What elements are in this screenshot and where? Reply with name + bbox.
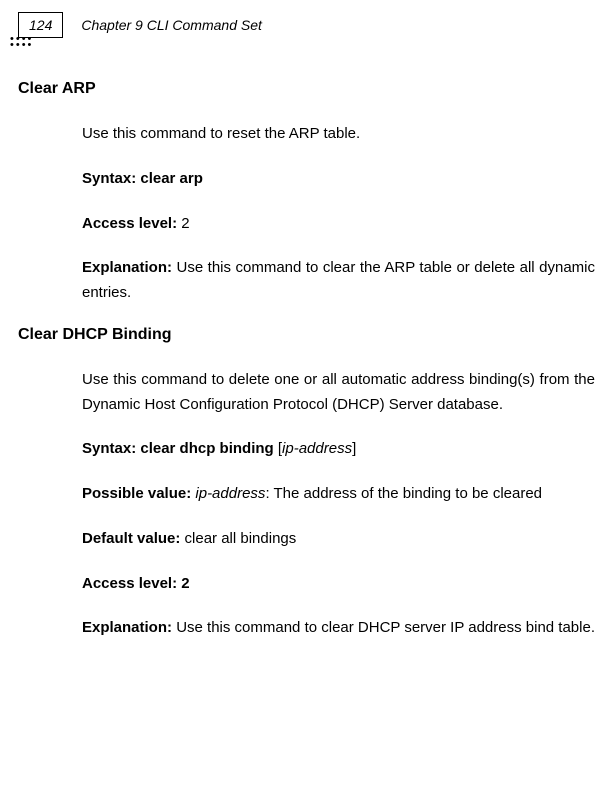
dotted-decoration: ••••••••	[10, 36, 33, 48]
clear-dhcp-body: Use this command to delete one or all au…	[82, 368, 595, 641]
clear-arp-intro: Use this command to reset the ARP table.	[82, 122, 595, 147]
clear-dhcp-possible-value: Possible value: ip-address: The address …	[82, 482, 595, 507]
section-heading-clear-dhcp: Clear DHCP Binding	[18, 326, 595, 344]
access-level-value: 2	[181, 215, 189, 232]
default-value-text: clear all bindings	[185, 530, 297, 547]
clear-dhcp-default-value: Default value: clear all bindings	[82, 527, 595, 552]
default-value-label: Default value:	[82, 530, 185, 547]
explanation-text: Use this command to clear DHCP server IP…	[176, 619, 595, 636]
possible-value-text: : The address of the binding to be clear…	[265, 485, 542, 502]
access-level-label: Access level: 2	[82, 575, 190, 592]
chapter-title: Chapter 9 CLI Command Set	[81, 17, 262, 33]
syntax-param: ip-address	[282, 440, 352, 457]
clear-dhcp-intro: Use this command to delete one or all au…	[82, 368, 595, 418]
possible-value-param: ip-address	[195, 485, 265, 502]
section-heading-clear-arp: Clear ARP	[18, 80, 595, 98]
page-header: 124 Chapter 9 CLI Command Set	[0, 0, 613, 46]
clear-arp-body: Use this command to reset the ARP table.…	[82, 122, 595, 306]
clear-arp-access-level: Access level: 2	[82, 212, 595, 237]
explanation-label: Explanation:	[82, 619, 176, 636]
access-level-label: Access level:	[82, 215, 181, 232]
clear-arp-explanation: Explanation: Use this command to clear t…	[82, 256, 595, 306]
syntax-label: Syntax: clear arp	[82, 170, 203, 187]
bracket-close: ]	[352, 440, 356, 457]
clear-dhcp-access-level: Access level: 2	[82, 572, 595, 597]
clear-dhcp-syntax: Syntax: clear dhcp binding [ip-address]	[82, 437, 595, 462]
possible-value-label: Possible value:	[82, 485, 195, 502]
explanation-label: Explanation:	[82, 259, 177, 276]
clear-arp-syntax: Syntax: clear arp	[82, 167, 595, 192]
page-content: Clear ARP Use this command to reset the …	[0, 46, 613, 641]
clear-dhcp-explanation: Explanation: Use this command to clear D…	[82, 616, 595, 641]
syntax-label-prefix: Syntax: clear dhcp binding	[82, 440, 278, 457]
